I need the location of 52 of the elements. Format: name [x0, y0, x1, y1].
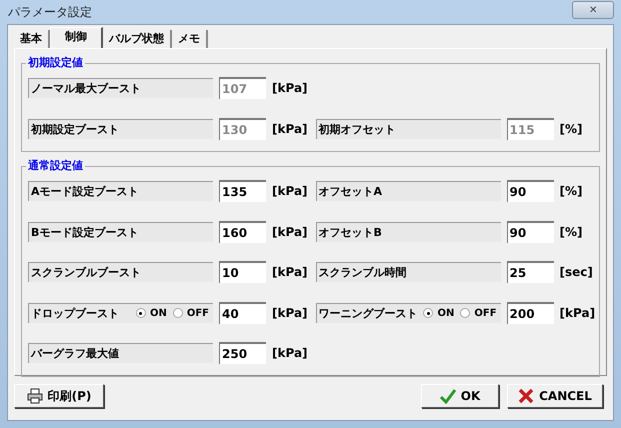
unit-label: [%] — [560, 224, 583, 239]
unit-label: [kPa] — [272, 346, 308, 360]
input-field[interactable]: 10 — [219, 261, 266, 284]
field-label: 初期オフセット — [318, 122, 396, 137]
field-label: Bモード設定ブースト — [31, 224, 138, 240]
radio-icon[interactable] — [172, 308, 183, 318]
group-title: 初期設定値 — [26, 55, 85, 70]
radio-icon[interactable] — [460, 308, 470, 318]
field-label: オフセットA — [318, 184, 382, 200]
cross-icon — [518, 388, 534, 404]
group-title: 通常設定値 — [26, 158, 85, 173]
input-field[interactable]: 200 — [506, 302, 554, 324]
unit-label: [kPa] — [272, 122, 308, 136]
field-label: Aモード設定ブースト — [31, 184, 139, 200]
unit-label: [%] — [560, 122, 583, 136]
unit-label: [kPa] — [272, 306, 308, 320]
input-field[interactable]: 160 — [219, 220, 266, 243]
field-label: スクランブルブースト — [31, 265, 141, 280]
input-field[interactable]: 135 — [219, 180, 266, 202]
radio-option[interactable]: ON — [423, 308, 454, 319]
radio-option[interactable]: ON — [136, 308, 167, 319]
printer-icon — [26, 388, 43, 404]
field-label: オフセットB — [318, 224, 382, 240]
field-label: ワーニングブースト — [318, 306, 418, 321]
field-label: ノーマル最大ブースト — [31, 81, 141, 96]
radio-option[interactable]: OFF — [172, 308, 209, 319]
window-title: パラメータ設定 — [7, 4, 92, 20]
unit-label: [kPa] — [272, 184, 308, 198]
unit-label: [kPa] — [272, 81, 308, 96]
input-field[interactable]: 90 — [506, 220, 554, 243]
input-field[interactable]: 90 — [506, 180, 554, 202]
input-field[interactable]: 40 — [219, 302, 266, 324]
field-label: 初期設定ブースト — [31, 122, 119, 137]
field-label: バーグラフ最大値 — [31, 346, 119, 362]
unit-label: [kPa] — [272, 265, 308, 280]
print-button[interactable]: 印刷(P) — [14, 384, 104, 408]
unit-label: [%] — [560, 184, 583, 198]
input-field[interactable]: 250 — [219, 342, 266, 364]
unit-label: [sec] — [560, 265, 593, 280]
ok-button[interactable]: OK — [421, 384, 499, 408]
checkmark-icon — [440, 388, 456, 404]
radio-icon[interactable] — [423, 308, 434, 318]
tab[interactable]: 制御 — [50, 27, 103, 48]
close-button[interactable]: ✕ — [572, 1, 614, 19]
field-label: ドロップブースト — [31, 306, 119, 321]
unit-label: [kPa] — [560, 306, 596, 320]
input-field[interactable]: 25 — [506, 261, 554, 284]
cancel-button[interactable]: CANCEL — [507, 384, 603, 408]
field-label: スクランブル時間 — [318, 265, 407, 280]
unit-label: [kPa] — [272, 224, 308, 239]
radio-icon[interactable] — [136, 308, 146, 318]
radio-option[interactable]: OFF — [460, 308, 497, 319]
